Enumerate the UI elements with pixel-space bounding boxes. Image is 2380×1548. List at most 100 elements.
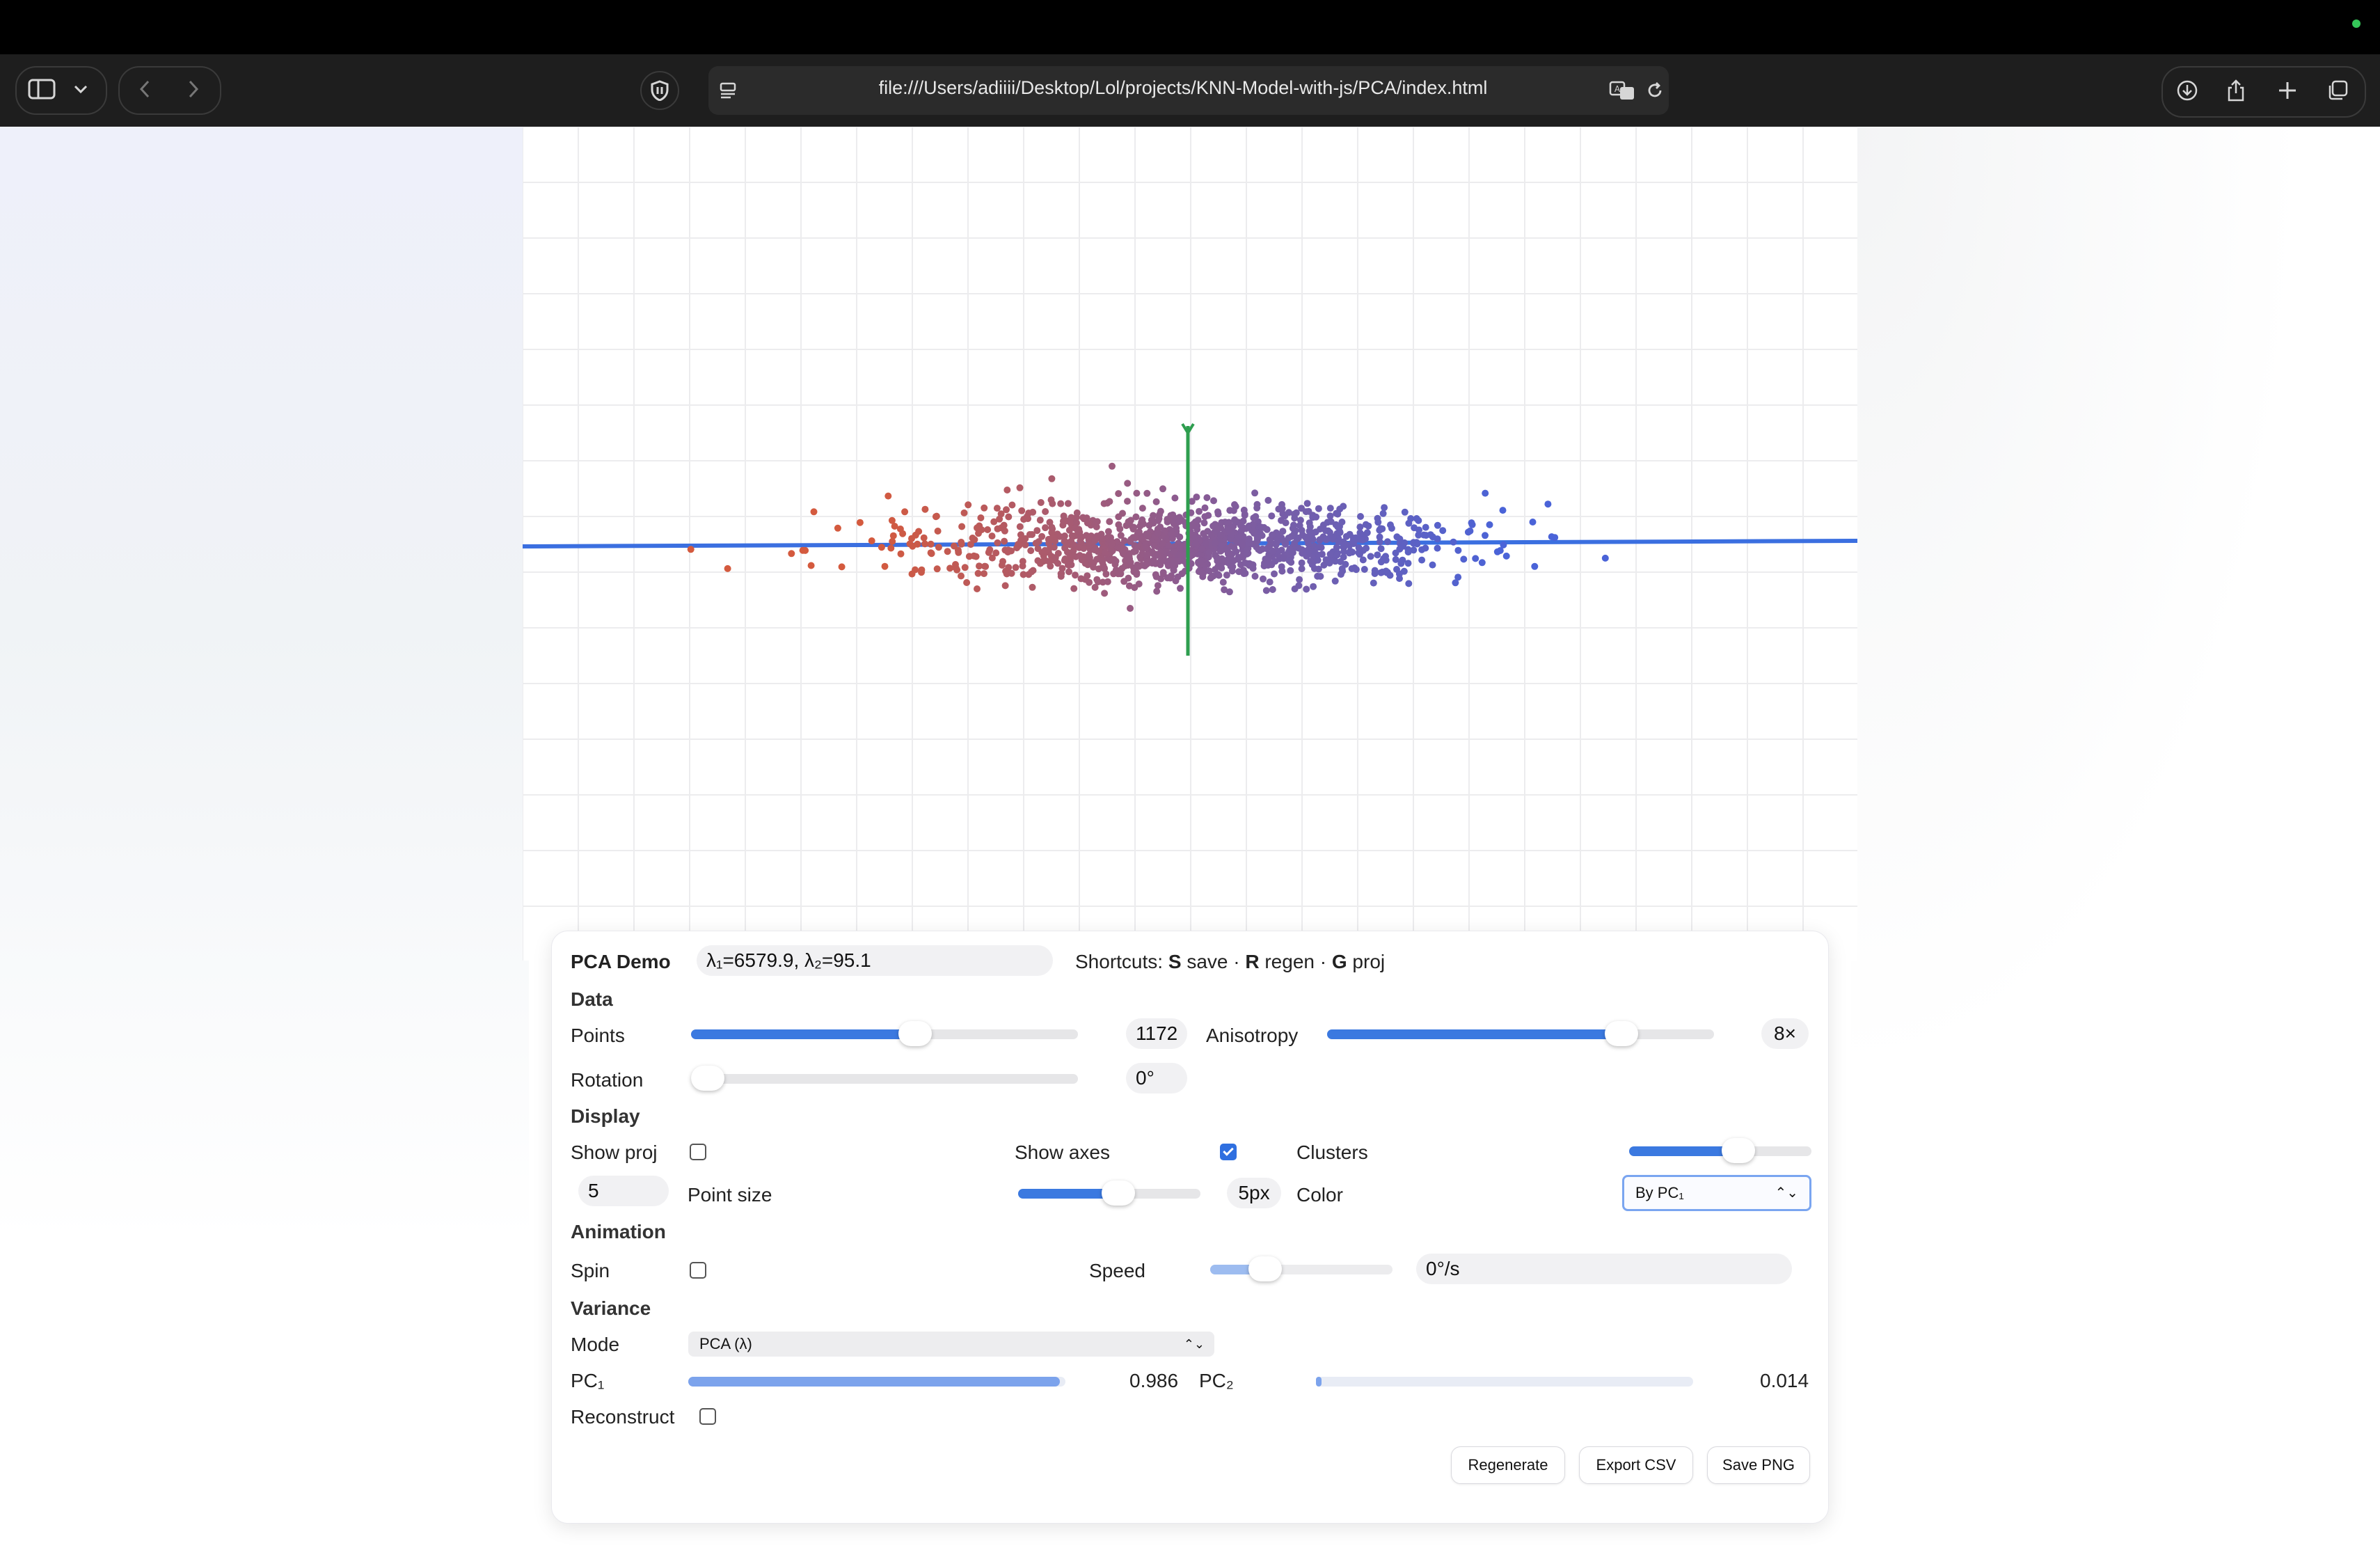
new-tab-icon[interactable] [2271,75,2303,106]
translate-icon[interactable]: A [1608,78,1638,103]
data-point [1176,533,1184,541]
forward-icon[interactable] [178,75,209,103]
speed-slider-thumb[interactable] [1248,1256,1282,1281]
privacy-shield-icon[interactable] [640,71,679,110]
show-proj-label: Show proj [571,1142,658,1163]
data-point [1124,498,1131,505]
clusters-slider[interactable] [1629,1138,1811,1163]
data-point [1106,556,1114,564]
data-point [1130,548,1138,555]
tab-overview-icon[interactable] [2322,75,2354,106]
sidebar-icon[interactable] [24,75,60,103]
data-point [1382,553,1389,560]
data-point [1405,580,1413,587]
data-point [1215,571,1223,579]
data-point [1061,555,1069,562]
points-slider[interactable] [691,1021,1078,1046]
data-point [1121,562,1129,570]
data-point [1450,538,1457,546]
show-proj-checkbox[interactable] [690,1144,706,1160]
clusters-label: Clusters [1296,1142,1368,1163]
reconstruct-checkbox[interactable] [699,1408,716,1425]
data-point [1225,588,1233,596]
data-point [1200,530,1207,537]
anisotropy-slider-thumb[interactable] [1604,1021,1638,1046]
data-point [1143,551,1151,559]
anisotropy-slider[interactable] [1327,1021,1714,1046]
data-point [1159,485,1166,493]
data-point [1238,539,1246,546]
spin-checkbox[interactable] [690,1262,706,1279]
control-panel: PCA Demo λ₁=6579.9, λ₂=95.1 Shortcuts: S… [551,931,1829,1524]
data-point [1251,572,1259,580]
data-point [1359,556,1367,564]
data-point [1047,537,1055,544]
export-csv-button[interactable]: Export CSV [1579,1446,1693,1484]
data-point [1102,570,1110,578]
mode-select[interactable]: PCA (λ) ⌃⌄ [688,1332,1214,1357]
data-point [1460,555,1468,563]
data-point [955,548,962,556]
data-point [1230,507,1237,514]
data-point [1478,559,1486,567]
data-point [1377,545,1385,553]
data-point [1396,575,1403,583]
data-point [1241,510,1248,518]
speed-slider[interactable] [1210,1256,1393,1281]
data-point [1164,516,1171,523]
page-menu-icon[interactable] [714,77,742,104]
clusters-slider-thumb[interactable] [1722,1138,1756,1163]
data-point [1100,500,1108,507]
data-point [1429,561,1436,569]
data-point [1037,560,1044,567]
mode-select-value: PCA (λ) [699,1335,752,1352]
pca-canvas[interactable]: Y [522,127,1858,961]
data-point [1038,532,1046,540]
chevron-down-icon[interactable] [67,75,95,103]
rotation-slider[interactable] [691,1066,1078,1091]
data-point [1101,564,1108,572]
data-point [1322,536,1330,544]
share-icon[interactable] [2220,75,2252,106]
show-axes-checkbox[interactable] [1220,1144,1237,1160]
rotation-slider-thumb[interactable] [691,1066,724,1091]
data-point [1314,556,1322,564]
reload-icon[interactable] [1641,78,1669,103]
color-label: Color [1296,1184,1343,1206]
data-point [1210,497,1217,505]
data-point [1338,519,1346,526]
data-point [1365,522,1372,530]
data-point [1335,538,1342,546]
data-point [1134,561,1141,569]
point-size-slider-thumb[interactable] [1102,1180,1136,1206]
back-icon[interactable] [129,75,160,103]
color-select[interactable]: By PC₁ ⌃⌄ [1622,1175,1811,1211]
data-point [988,554,996,562]
data-point [1114,544,1121,552]
data-point [887,544,895,552]
points-slider-thumb[interactable] [898,1021,933,1046]
data-point [1280,537,1287,544]
point-size-slider[interactable] [1018,1180,1200,1206]
data-point [933,565,941,573]
svg-text:A: A [1615,84,1621,94]
data-point [810,508,818,516]
data-point [1022,541,1029,548]
data-point [1212,525,1220,532]
pc2-label: PC₂ [1199,1370,1234,1391]
data-point [935,544,942,551]
download-icon[interactable] [2171,75,2203,106]
data-point [1482,489,1489,497]
data-point [1001,537,1008,545]
data-point [958,523,966,530]
data-point [1072,571,1079,579]
point-size-input[interactable]: 5 [578,1176,669,1206]
regenerate-button[interactable]: Regenerate [1451,1446,1565,1484]
data-point [1050,544,1058,551]
data-point [1172,577,1180,585]
data-point [1217,532,1225,539]
data-point [1302,534,1310,542]
data-point [1355,544,1363,551]
save-png-button[interactable]: Save PNG [1707,1446,1810,1484]
data-point [1119,510,1126,517]
